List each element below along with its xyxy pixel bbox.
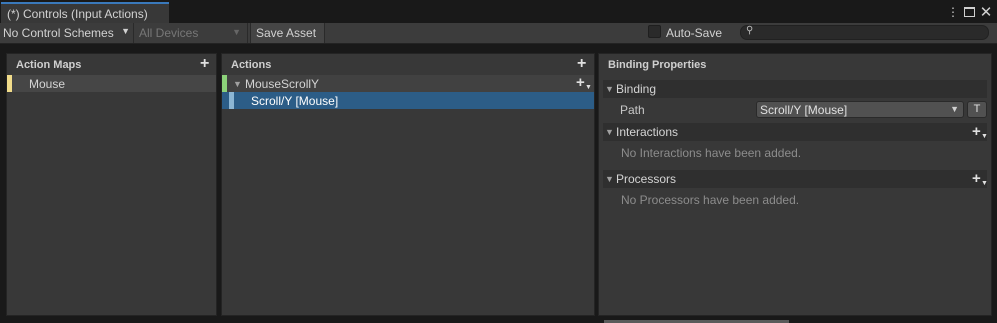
action-map-item[interactable]: Mouse bbox=[7, 75, 216, 92]
path-dropdown[interactable]: Scroll/Y [Mouse] ▼ bbox=[756, 101, 964, 118]
binding-properties-header: Binding Properties bbox=[599, 54, 991, 75]
close-icon[interactable]: ✕ bbox=[979, 4, 993, 21]
path-value: Scroll/Y [Mouse] bbox=[760, 103, 848, 117]
expand-triangle-icon: ▼ bbox=[605, 127, 614, 137]
save-asset-button[interactable]: Save Asset bbox=[250, 23, 325, 43]
autosave-label: Auto-Save bbox=[666, 26, 723, 40]
binding-section-title: Binding bbox=[616, 82, 657, 96]
kebab-menu-icon[interactable]: ⋮ bbox=[946, 4, 960, 20]
window-controls: ⋮ ✕ bbox=[946, 3, 993, 21]
action-item[interactable]: ▼ MouseScrollY + ▼ bbox=[222, 75, 594, 92]
interactions-section-header[interactable]: ▼ Interactions + ▼ bbox=[603, 123, 988, 141]
binding-properties-panel: Binding Properties ▼ Binding Path Scroll… bbox=[598, 53, 992, 316]
dropdown-arrow-icon: ▼ bbox=[121, 26, 130, 36]
binding-color-tag bbox=[229, 92, 234, 109]
control-schemes-dropdown[interactable]: No Control Schemes ▼ bbox=[3, 23, 134, 43]
devices-label: All Devices bbox=[139, 26, 199, 40]
expand-triangle-icon[interactable]: ▼ bbox=[233, 79, 242, 89]
processors-empty-message: No Processors have been added. bbox=[621, 193, 800, 207]
maximize-icon[interactable] bbox=[964, 7, 975, 17]
add-binding-icon[interactable]: + ▼ bbox=[576, 75, 592, 91]
autosave-checkbox[interactable] bbox=[648, 25, 661, 38]
action-map-color-tag bbox=[7, 75, 12, 92]
action-label: MouseScrollY bbox=[245, 77, 320, 91]
devices-dropdown[interactable]: All Devices ▼ bbox=[135, 23, 248, 43]
dropdown-arrow-icon: ▼ bbox=[232, 27, 241, 37]
expand-triangle-icon: ▼ bbox=[605, 174, 614, 184]
binding-section-header[interactable]: ▼ Binding bbox=[603, 80, 987, 98]
add-interaction-icon[interactable]: + ▼ bbox=[972, 124, 988, 140]
action-color-tag bbox=[222, 75, 227, 92]
add-action-map-icon[interactable]: + bbox=[200, 56, 209, 72]
window-tab[interactable]: (*) Controls (Input Actions) bbox=[1, 2, 169, 23]
binding-label: Scroll/Y [Mouse] bbox=[251, 94, 339, 108]
interactions-empty-message: No Interactions have been added. bbox=[621, 146, 802, 160]
processors-section-title: Processors bbox=[616, 172, 677, 186]
processors-section-header[interactable]: ▼ Processors + ▼ bbox=[603, 170, 988, 188]
interactions-section-title: Interactions bbox=[616, 125, 679, 139]
action-maps-header: Action Maps + bbox=[7, 54, 216, 75]
actions-header: Actions + bbox=[222, 54, 594, 75]
action-maps-panel: Action Maps + Mouse bbox=[6, 53, 217, 316]
search-icon: ⚲ bbox=[746, 25, 754, 36]
search-input[interactable]: ⚲ bbox=[740, 25, 989, 40]
add-action-icon[interactable]: + bbox=[577, 56, 586, 72]
actions-panel: Actions + ▼ MouseScrollY + ▼ Scroll/Y [Mo… bbox=[221, 53, 595, 316]
tab-bar: (*) Controls (Input Actions) ⋮ ✕ bbox=[0, 0, 997, 23]
add-processor-icon[interactable]: + ▼ bbox=[972, 171, 988, 187]
actions-title: Actions bbox=[231, 59, 272, 71]
path-row: Path Scroll/Y [Mouse] ▼ T bbox=[599, 98, 991, 120]
control-schemes-label: No Control Schemes bbox=[3, 26, 114, 40]
text-mode-button[interactable]: T bbox=[967, 101, 987, 118]
dropdown-arrow-icon: ▼ bbox=[950, 104, 959, 114]
binding-properties-title: Binding Properties bbox=[608, 59, 707, 71]
binding-item[interactable]: Scroll/Y [Mouse] bbox=[222, 92, 594, 109]
action-maps-title: Action Maps bbox=[16, 59, 82, 71]
path-label: Path bbox=[620, 103, 645, 117]
expand-triangle-icon: ▼ bbox=[605, 84, 614, 94]
action-map-label: Mouse bbox=[29, 77, 66, 91]
